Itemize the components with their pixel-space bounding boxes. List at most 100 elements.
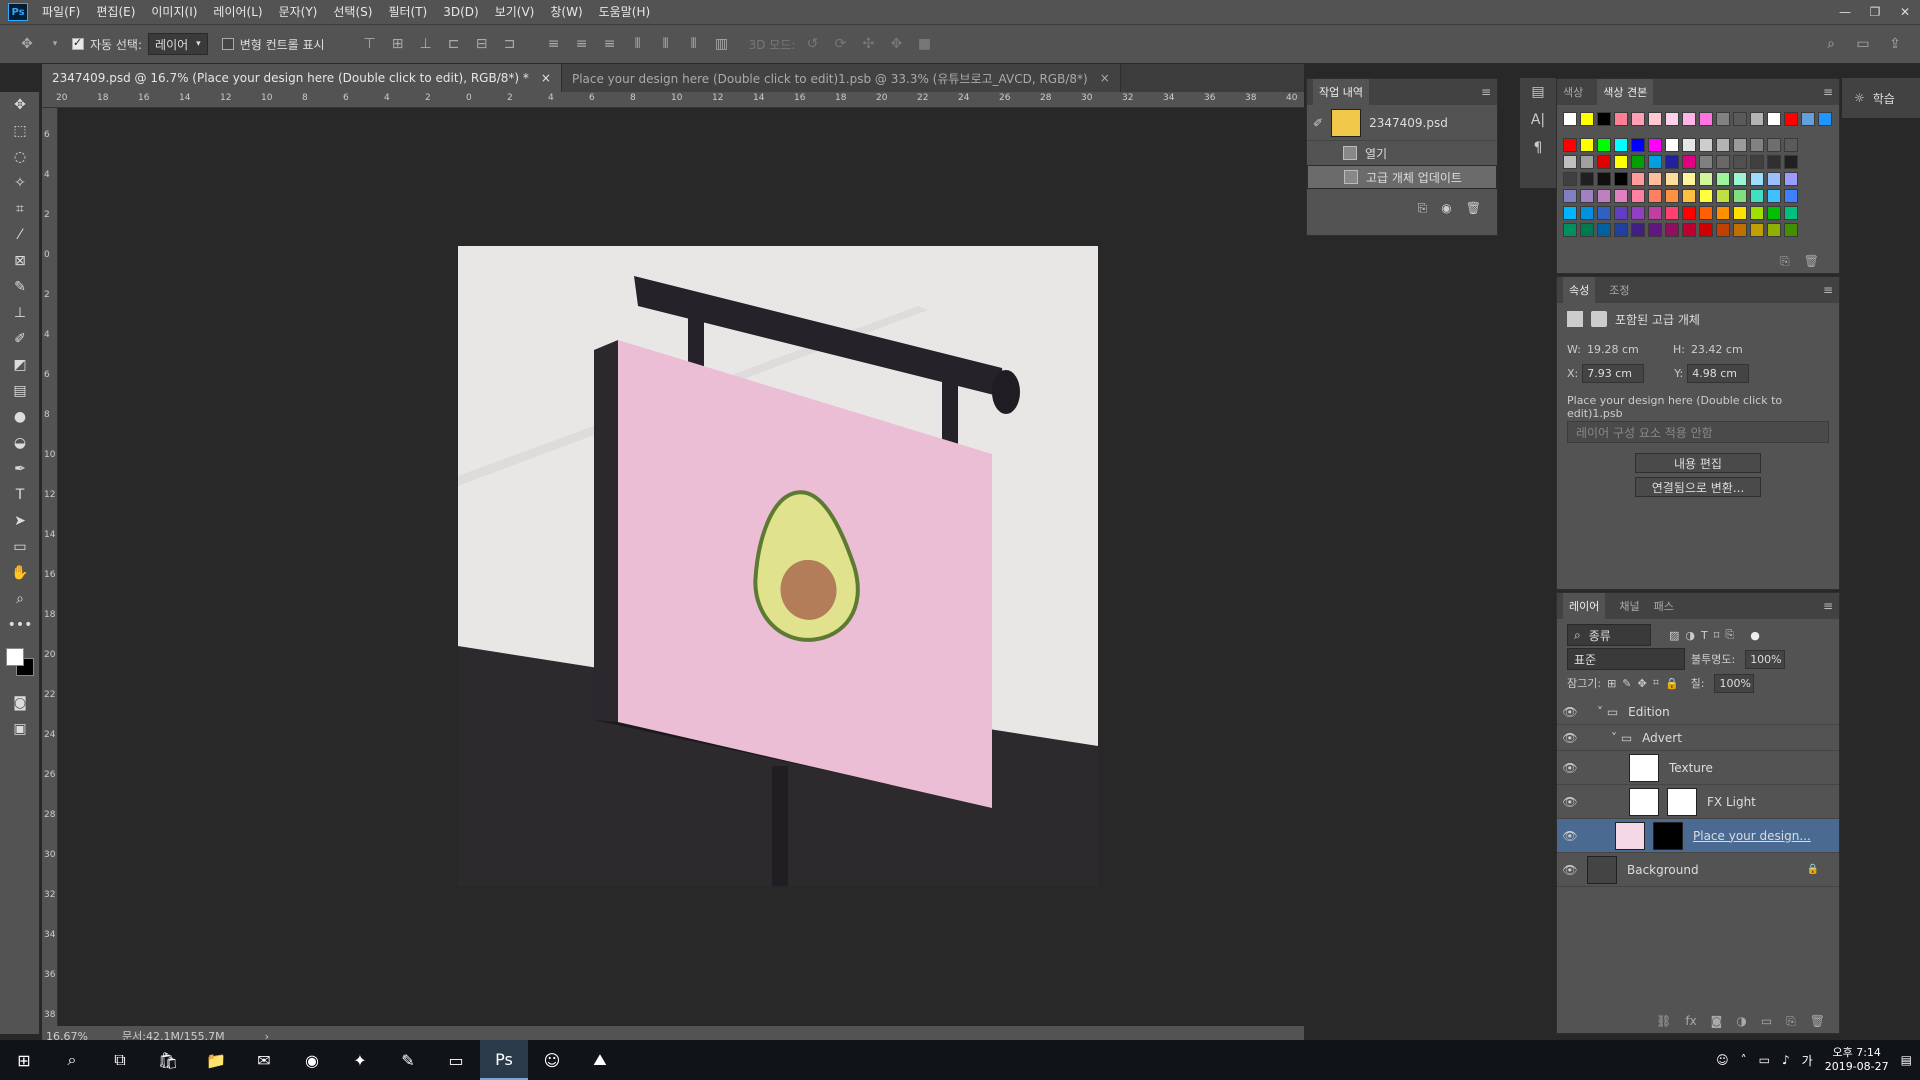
foreground-color-swatch[interactable] — [6, 648, 24, 666]
color-swatch[interactable] — [1648, 172, 1662, 186]
distribute-bottom-icon[interactable]: ≡ — [599, 36, 621, 52]
color-swatch[interactable] — [1614, 189, 1628, 203]
visibility-eye-icon[interactable]: 👁 — [1557, 863, 1583, 877]
history-step-update[interactable]: 고급 개체 업데이트 — [1307, 165, 1497, 189]
learn-panel[interactable]: ☼ 학습 — [1842, 78, 1920, 118]
trash-icon[interactable]: 🗑 — [1810, 1014, 1825, 1029]
color-swatch[interactable] — [1614, 112, 1628, 126]
game-icon[interactable]: ☺ — [528, 1040, 576, 1080]
distribute-left-icon[interactable]: ⦀ — [627, 36, 649, 52]
quick-mask-icon[interactable]: ◙ — [0, 690, 40, 716]
menu-item[interactable]: 파일(F) — [34, 0, 88, 24]
color-swatch[interactable] — [1767, 172, 1781, 186]
color-swatch[interactable] — [1699, 138, 1713, 152]
link-layers-icon[interactable]: ⛓ — [1656, 1014, 1671, 1029]
path-select-tool-icon[interactable]: ➤ — [0, 508, 40, 534]
align-right-icon[interactable]: ⊐ — [499, 36, 521, 52]
chrome-icon[interactable]: ◉ — [288, 1040, 336, 1080]
tab-paths[interactable]: 패스 — [1654, 598, 1674, 614]
color-swatch[interactable] — [1665, 223, 1679, 237]
color-swatch[interactable] — [1648, 138, 1662, 152]
tab-history[interactable]: 작업 내역 — [1313, 79, 1369, 105]
color-swatch[interactable] — [1733, 155, 1747, 169]
task-view-icon[interactable]: ⧉ — [96, 1040, 144, 1080]
color-swatch[interactable] — [1699, 189, 1713, 203]
color-swatch[interactable] — [1733, 138, 1747, 152]
color-swatch[interactable] — [1665, 138, 1679, 152]
color-swatch[interactable] — [1580, 206, 1594, 220]
color-swatch[interactable] — [1563, 138, 1577, 152]
close-icon[interactable]: ✕ — [1890, 0, 1920, 24]
color-swatch[interactable] — [1750, 206, 1764, 220]
color-swatch[interactable] — [1563, 172, 1577, 186]
color-swatch[interactable] — [1699, 112, 1713, 126]
color-swatch[interactable] — [1767, 112, 1781, 126]
preset-dropdown-icon[interactable]: ▾ — [44, 39, 66, 49]
tab-close-icon[interactable]: × — [541, 71, 551, 85]
color-swatch[interactable] — [1665, 112, 1679, 126]
menu-item[interactable]: 레이어(L) — [205, 0, 270, 24]
color-swatch[interactable] — [1699, 206, 1713, 220]
layer-row[interactable]: 👁 Texture — [1557, 751, 1839, 785]
folder-icon[interactable]: ˅ ▭ — [1611, 731, 1632, 745]
notes-icon[interactable]: ✎ — [384, 1040, 432, 1080]
color-swatch[interactable] — [1648, 206, 1662, 220]
ime-indicator[interactable]: 가 — [1802, 1052, 1813, 1069]
photoshop-logo-icon[interactable]: Ps — [8, 3, 28, 21]
new-adjustment-icon[interactable]: ◑ — [1736, 1014, 1746, 1029]
eyedropper-tool-icon[interactable]: ⁄ — [0, 222, 40, 248]
color-swatch[interactable] — [1699, 223, 1713, 237]
menu-item[interactable]: 문자(Y) — [271, 0, 326, 24]
menu-item[interactable]: 3D(D) — [435, 0, 486, 24]
lasso-tool-icon[interactable]: ◌ — [0, 144, 40, 170]
tray-chevron-icon[interactable]: ˄ — [1741, 1053, 1747, 1067]
workspace-icon[interactable]: ▭ — [1852, 36, 1874, 52]
color-swatch[interactable] — [1631, 138, 1645, 152]
panel-menu-icon[interactable]: ≡ — [1823, 283, 1833, 297]
color-swatch[interactable] — [1563, 155, 1577, 169]
align-top-icon[interactable]: ⊤ — [359, 36, 381, 52]
pen-tool-icon[interactable]: ✒ — [0, 456, 40, 482]
lock-artboard-icon[interactable]: ⌗ — [1653, 676, 1659, 690]
color-swatch[interactable] — [1597, 112, 1611, 126]
layer-row[interactable]: 👁 ˅ ▭ Edition — [1557, 699, 1839, 725]
distribute-hcenter-icon[interactable]: ⦀ — [655, 36, 677, 52]
menu-item[interactable]: 편집(E) — [88, 0, 143, 24]
color-swatch[interactable] — [1750, 138, 1764, 152]
add-mask-icon[interactable]: ◙ — [1711, 1014, 1723, 1029]
app-icon[interactable]: ✦ — [336, 1040, 384, 1080]
x-input[interactable]: 7.93 cm — [1582, 363, 1645, 383]
pixel-filter-icon[interactable]: ▨ — [1669, 629, 1679, 642]
volume-icon[interactable]: ♪ — [1782, 1053, 1790, 1067]
camera-icon[interactable]: ◉ — [1441, 201, 1451, 216]
layer-filter-dropdown[interactable]: ⌕ 종류 — [1567, 624, 1651, 646]
visibility-eye-icon[interactable]: 👁 — [1557, 795, 1583, 809]
fill-input[interactable]: 100% — [1714, 673, 1755, 693]
adjustment-filter-icon[interactable]: ◑ — [1685, 629, 1695, 642]
color-swatch[interactable] — [1716, 155, 1730, 169]
width-value[interactable]: 19.28 cm — [1587, 343, 1673, 356]
panel-menu-icon[interactable]: ≡ — [1823, 85, 1833, 99]
color-swatch[interactable] — [1699, 172, 1713, 186]
tab-channels[interactable]: 채널 — [1619, 598, 1639, 614]
menu-item[interactable]: 이미지(I) — [143, 0, 205, 24]
folder-icon[interactable]: ˅ ▭ — [1597, 705, 1618, 719]
convert-to-linked-button[interactable]: 연결됨으로 변환... — [1635, 477, 1761, 497]
color-swatch[interactable] — [1784, 155, 1798, 169]
layer-mask-thumbnail[interactable] — [1667, 787, 1697, 816]
color-swatch[interactable] — [1767, 189, 1781, 203]
color-swatch[interactable] — [1597, 138, 1611, 152]
auto-select-dropdown[interactable]: 레이어 ▾ — [148, 33, 208, 55]
crop-tool-icon[interactable]: ⌗ — [0, 196, 40, 222]
color-swatch[interactable] — [1682, 138, 1696, 152]
eraser-tool-icon[interactable]: ◩ — [0, 352, 40, 378]
photoshop-taskbar-icon[interactable]: Ps — [480, 1040, 528, 1080]
tab-2347409[interactable]: 2347409.psd @ 16.7% (Place your design h… — [42, 64, 562, 92]
color-swatch[interactable] — [1631, 223, 1645, 237]
auto-select-checkbox[interactable] — [72, 36, 84, 50]
color-swatch[interactable] — [1784, 189, 1798, 203]
color-swatch[interactable] — [1767, 138, 1781, 152]
height-value[interactable]: 23.42 cm — [1691, 343, 1743, 356]
color-swatch[interactable] — [1733, 172, 1747, 186]
opacity-input[interactable]: 100% — [1745, 649, 1786, 669]
